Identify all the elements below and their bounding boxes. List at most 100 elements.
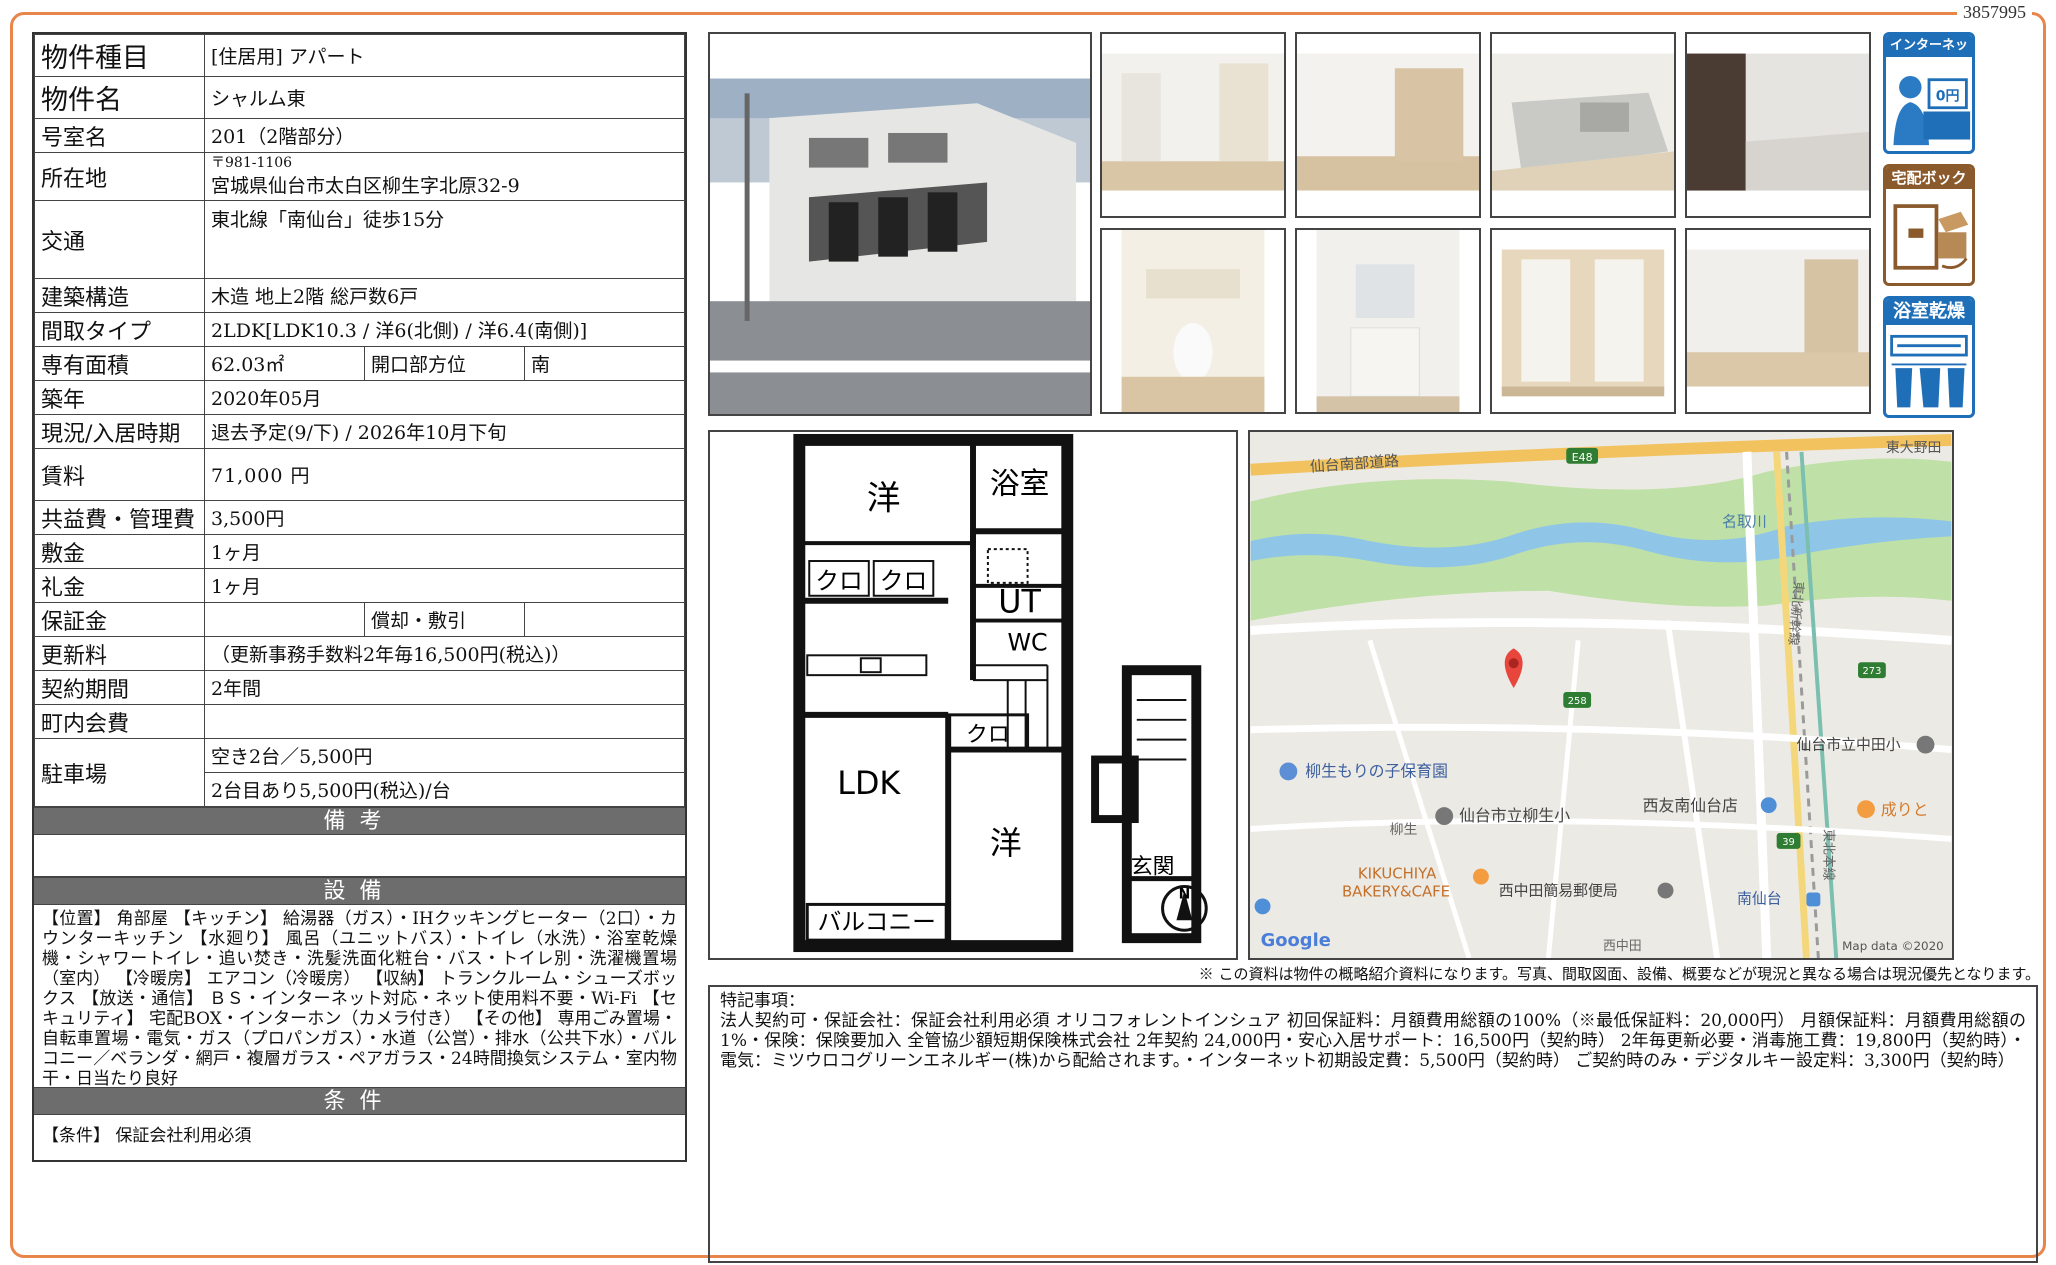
delivery-box-title: 宅配ボックス — [1886, 167, 1972, 209]
document-id: 3857995 — [1957, 2, 2032, 23]
deposit-value: 1ヶ月 — [204, 534, 685, 569]
map-station: 南仙台 — [1737, 889, 1782, 907]
exterior-photo — [708, 32, 1092, 416]
internet-free-title: インターネット無料 — [1886, 35, 1972, 75]
parking-value-2: 2台目あり5,500円(税込)/台 — [204, 772, 685, 807]
floorplan-closet-1: クロ — [815, 567, 863, 595]
map-area-top: 東大野田 — [1886, 440, 1942, 456]
structure-value: 木造 地上2階 総戸数6戸 — [204, 278, 685, 313]
map-route-258: 258 — [1568, 696, 1587, 707]
delivery-box-badge: 宅配ボックス — [1883, 164, 1975, 286]
map-school-nakada: 仙台市立中田小 — [1797, 736, 1901, 754]
key-money-label: 礼金 — [34, 568, 205, 603]
conditions-text: 【条件】 保証会社利用必須 — [42, 1126, 252, 1146]
disclaimer-text: ※ この資料は物件の概略紹介資料になります。写真、間取図面、設備、概要などが現況… — [1198, 965, 2040, 983]
name-value: シャルム東 — [204, 76, 685, 119]
status-label: 現況/入居時期 — [34, 414, 205, 449]
floorplan-room-south: 洋 — [990, 826, 1022, 862]
layout-label: 間取タイプ — [34, 312, 205, 347]
washroom-photo — [1295, 228, 1481, 414]
deposit-label: 敷金 — [34, 534, 205, 569]
fee-label: 共益費・管理費 — [34, 500, 205, 535]
map-bakery-1: KIKUCHIYA — [1358, 865, 1437, 883]
map-route-273: 273 — [1862, 666, 1881, 677]
renewal-label: 更新料 — [34, 636, 205, 671]
map-line-tohoku: 東北本線 — [1820, 829, 1836, 881]
type-value: [住居用] アパート — [204, 34, 685, 77]
floorplan-balcony: バルコニー — [817, 908, 936, 936]
area-value: 62.03㎡ — [204, 346, 365, 381]
north-arrow-icon: N — [1179, 886, 1191, 902]
status-value: 退去予定(9/下) / 2026年10月下旬 — [204, 414, 685, 449]
transport-value: 東北線「南仙台」徒歩15分 — [204, 200, 685, 279]
map-nishinakada: 西中田 — [1603, 939, 1642, 954]
town-fee-value — [204, 704, 685, 739]
layout-value: 2LDK[LDK10.3 / 洋6(北側) / 洋6.4(南側)] — [204, 312, 685, 347]
property-info-panel: 物件種目 [住居用] アパート 物件名 シャルム東 号室名 201（2階部分） … — [32, 32, 687, 1162]
amortization-value — [524, 602, 685, 637]
map-store-naruto: 成りと — [1881, 800, 1929, 819]
map-nursery: 柳生もりの子保育園 — [1305, 761, 1448, 780]
direction-label: 開口部方位 — [364, 346, 525, 381]
direction-value: 南 — [524, 346, 685, 381]
built-value: 2020年05月 — [204, 380, 685, 415]
internet-price: 0円 — [1936, 88, 1960, 104]
bath-photo — [1685, 32, 1871, 218]
floorplan-wc: WC — [1008, 628, 1048, 656]
map-e48-badge: E48 — [1572, 451, 1593, 464]
special-notes-title: 特記事項： — [720, 991, 805, 1011]
map-yagyu: 柳生 — [1390, 821, 1418, 838]
toilet-photo — [1100, 228, 1286, 414]
bath-dryer-icon — [1890, 334, 1968, 408]
address-value: 宮城県仙台市太白区柳生字北原32-9 — [211, 174, 520, 197]
built-label: 築年 — [34, 380, 205, 415]
postal-code: 〒981-1106 — [211, 154, 293, 171]
notes-title: 備考 — [34, 807, 685, 835]
structure-label: 建築構造 — [34, 278, 205, 313]
parking-label: 駐車場 — [34, 738, 205, 807]
location-map: 仙台南部道路 E48 名取川 東大野田 258 273 39 柳生もりの子保育園… — [1248, 430, 1954, 960]
amortization-label: 償却・敷引 — [364, 602, 525, 637]
internet-free-badge: インターネット無料 0円 — [1883, 32, 1975, 154]
floorplan-ut: UT — [998, 585, 1041, 621]
floorplan-ldk: LDK — [837, 766, 901, 802]
equipment-text: 【位置】 角部屋 【キッチン】 給湯器（ガス）・IHクッキングヒーター（2口）・… — [42, 909, 677, 1087]
closet-photo — [1490, 228, 1676, 414]
map-route-39: 39 — [1782, 837, 1795, 848]
equipment-title: 設備 — [34, 877, 685, 905]
contract-value: 2年間 — [204, 670, 685, 705]
address-label: 所在地 — [34, 152, 205, 201]
type-label: 物件種目 — [34, 34, 205, 77]
area-label: 専有面積 — [34, 346, 205, 381]
special-notes-panel: 特記事項： 法人契約可・保証会社：保証会社利用必須 オリコフォレントインシュア … — [708, 985, 2038, 1263]
name-label: 物件名 — [34, 76, 205, 119]
kitchen-photo — [1490, 32, 1676, 218]
special-notes-text: 法人契約可・保証会社：保証会社利用必須 オリコフォレントインシュア 初回保証料：… — [720, 1011, 2026, 1071]
floorplan-closet-2: クロ — [880, 567, 928, 595]
floorplan-closet-3: クロ — [966, 723, 1010, 748]
conditions-title: 条件 — [34, 1087, 685, 1115]
transport-label: 交通 — [34, 200, 205, 279]
map-store-seiyu: 西友南仙台店 — [1643, 796, 1738, 815]
floorplan-entrance: 玄関 — [1131, 855, 1175, 880]
guarantee-value — [204, 602, 365, 637]
bath-dryer-badge: 浴室乾燥機 — [1883, 296, 1975, 418]
key-money-value: 1ヶ月 — [204, 568, 685, 603]
map-school-yagyu: 仙台市立柳生小 — [1459, 806, 1570, 825]
contract-label: 契約期間 — [34, 670, 205, 705]
town-fee-label: 町内会費 — [34, 704, 205, 739]
room-photo-3 — [1685, 228, 1871, 414]
map-river: 名取川 — [1722, 512, 1767, 530]
rent-value: 71,000 円 — [204, 448, 685, 501]
room-photo-2 — [1295, 32, 1481, 218]
guarantee-label: 保証金 — [34, 602, 205, 637]
google-logo: Google — [1261, 930, 1331, 951]
room-value: 201（2階部分） — [204, 118, 685, 153]
renewal-value: （更新事務手数料2年毎16,500円(税込)） — [204, 636, 685, 671]
map-bakery-2: BAKERY&CAFE — [1342, 882, 1450, 900]
room-photo-1 — [1100, 32, 1286, 218]
room-label: 号室名 — [34, 118, 205, 153]
floorplan-bath: 浴室 — [990, 467, 1050, 502]
fee-value: 3,500円 — [204, 500, 685, 535]
floorplan-room-north: 洋 — [867, 478, 901, 517]
